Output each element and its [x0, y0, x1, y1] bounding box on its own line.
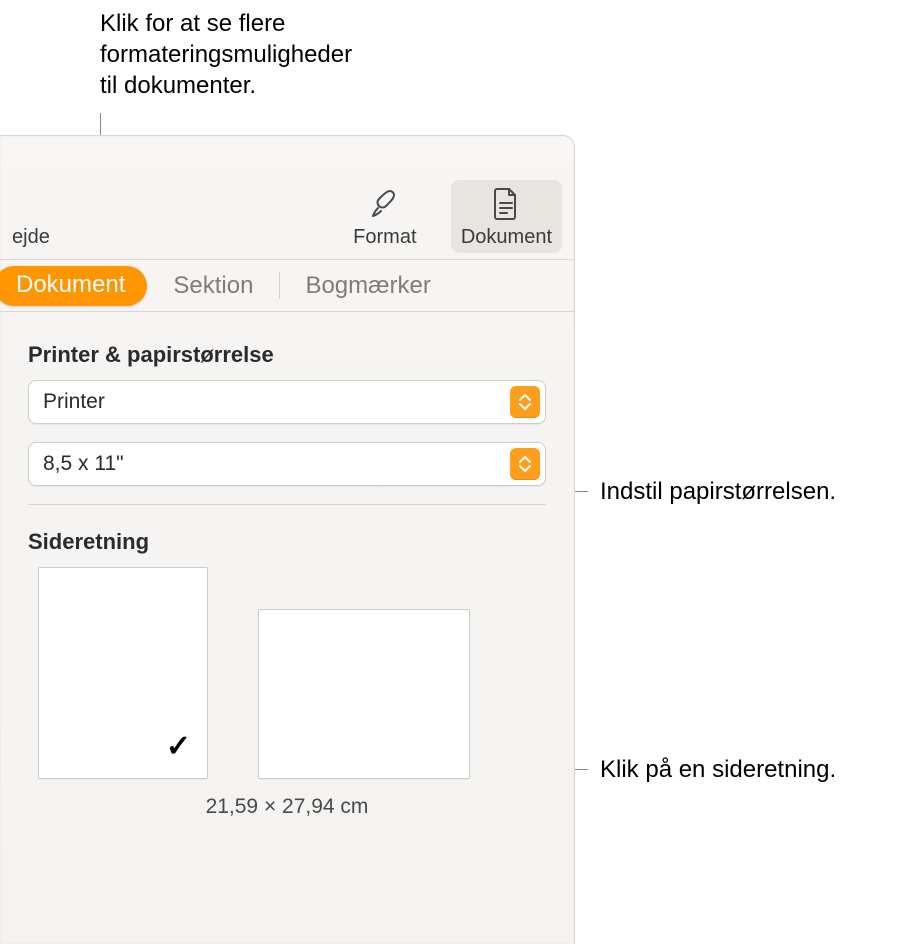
orientation-landscape-button[interactable] [258, 609, 470, 779]
orientation-row: ✓ [28, 567, 546, 779]
subtab-section[interactable]: Sektion [147, 260, 279, 311]
format-toolbar-label: Format [353, 226, 416, 249]
format-toolbar-button[interactable]: Format [331, 180, 439, 253]
callout-document-tab: Klik for at se flere formateringsmulighe… [100, 8, 480, 102]
paintbrush-icon [367, 186, 403, 222]
document-toolbar-button[interactable]: Dokument [451, 180, 562, 253]
callout-paper-size: Indstil papirstørrelsen. [600, 476, 836, 507]
printer-popup-value: Printer [43, 390, 105, 414]
orientation-size-label: 21,59 × 27,94 cm [28, 795, 546, 819]
inspector-content: Printer & papirstørrelse Printer 8,5 x 1… [0, 312, 574, 819]
printer-section-title: Printer & papirstørrelse [28, 342, 546, 368]
callout-orientation: Klik på en sideretning. [600, 754, 836, 785]
printer-popup-stepper-icon [510, 386, 540, 418]
document-icon [488, 186, 524, 222]
inspector-subtabs: Dokument Sektion Bogmærker [0, 260, 574, 312]
document-toolbar-label: Dokument [461, 226, 552, 249]
paper-size-popup-value: 8,5 x 11" [43, 452, 124, 476]
paper-size-popup-stepper-icon [510, 448, 540, 480]
subtab-bookmarks[interactable]: Bogmærker [279, 260, 456, 311]
paper-size-popup[interactable]: 8,5 x 11" [28, 442, 546, 486]
orientation-section-title: Sideretning [28, 529, 546, 555]
orientation-portrait-button[interactable]: ✓ [38, 567, 208, 779]
section-divider [28, 504, 546, 505]
toolbar-left-fragment: ejde [12, 226, 50, 253]
paper-size-popup-row: 8,5 x 11" [28, 442, 546, 486]
printer-popup[interactable]: Printer [28, 380, 546, 424]
document-inspector-panel: ejde Format Dokument [0, 135, 575, 944]
subtab-document[interactable]: Dokument [0, 266, 147, 306]
checkmark-icon: ✓ [166, 729, 191, 764]
printer-popup-row: Printer [28, 380, 546, 424]
inspector-toolbar: ejde Format Dokument [0, 136, 574, 260]
